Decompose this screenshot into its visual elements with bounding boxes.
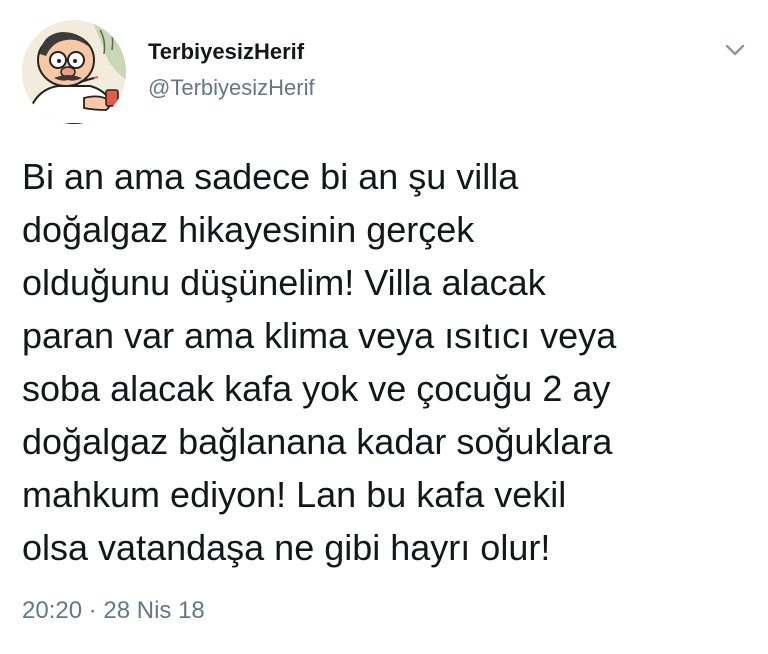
tweet-text-line: olduğunu düşünelim! Villa alacak — [22, 262, 546, 303]
tweet-text-line: doğalgaz hikayesinin gerçek — [22, 209, 475, 250]
tweet-text-line: olsa vatandaşa ne gibi hayrı olur! — [22, 527, 551, 568]
tweet-timestamp[interactable]: 20:20 · 28 Nis 18 — [22, 596, 205, 626]
tweet-menu-button[interactable] — [722, 40, 748, 60]
user-info: TerbiyesizHerif @TerbiyesizHerif — [148, 38, 315, 102]
chevron-down-icon — [725, 44, 745, 56]
cartoon-man-avatar-icon — [22, 20, 126, 124]
tweet-text-line: paran var ama klima veya ısıtıcı veya — [22, 315, 617, 356]
display-name[interactable]: TerbiyesizHerif — [148, 38, 315, 66]
tweet-text: Bi an ama sadece bi an şu villa doğalgaz… — [22, 150, 742, 574]
avatar[interactable] — [22, 20, 126, 124]
tweet-card: TerbiyesizHerif @TerbiyesizHerif Bi an a… — [0, 0, 768, 654]
user-handle[interactable]: @TerbiyesizHerif — [148, 74, 315, 102]
tweet-text-line: soba alacak kafa yok ve çocuğu 2 ay — [22, 368, 611, 409]
tweet-text-line: mahkum ediyon! Lan bu kafa vekil — [22, 474, 567, 515]
tweet-text-line: Bi an ama sadece bi an şu villa — [22, 156, 519, 197]
tweet-text-line: doğalgaz bağlanana kadar soğuklara — [22, 421, 613, 462]
